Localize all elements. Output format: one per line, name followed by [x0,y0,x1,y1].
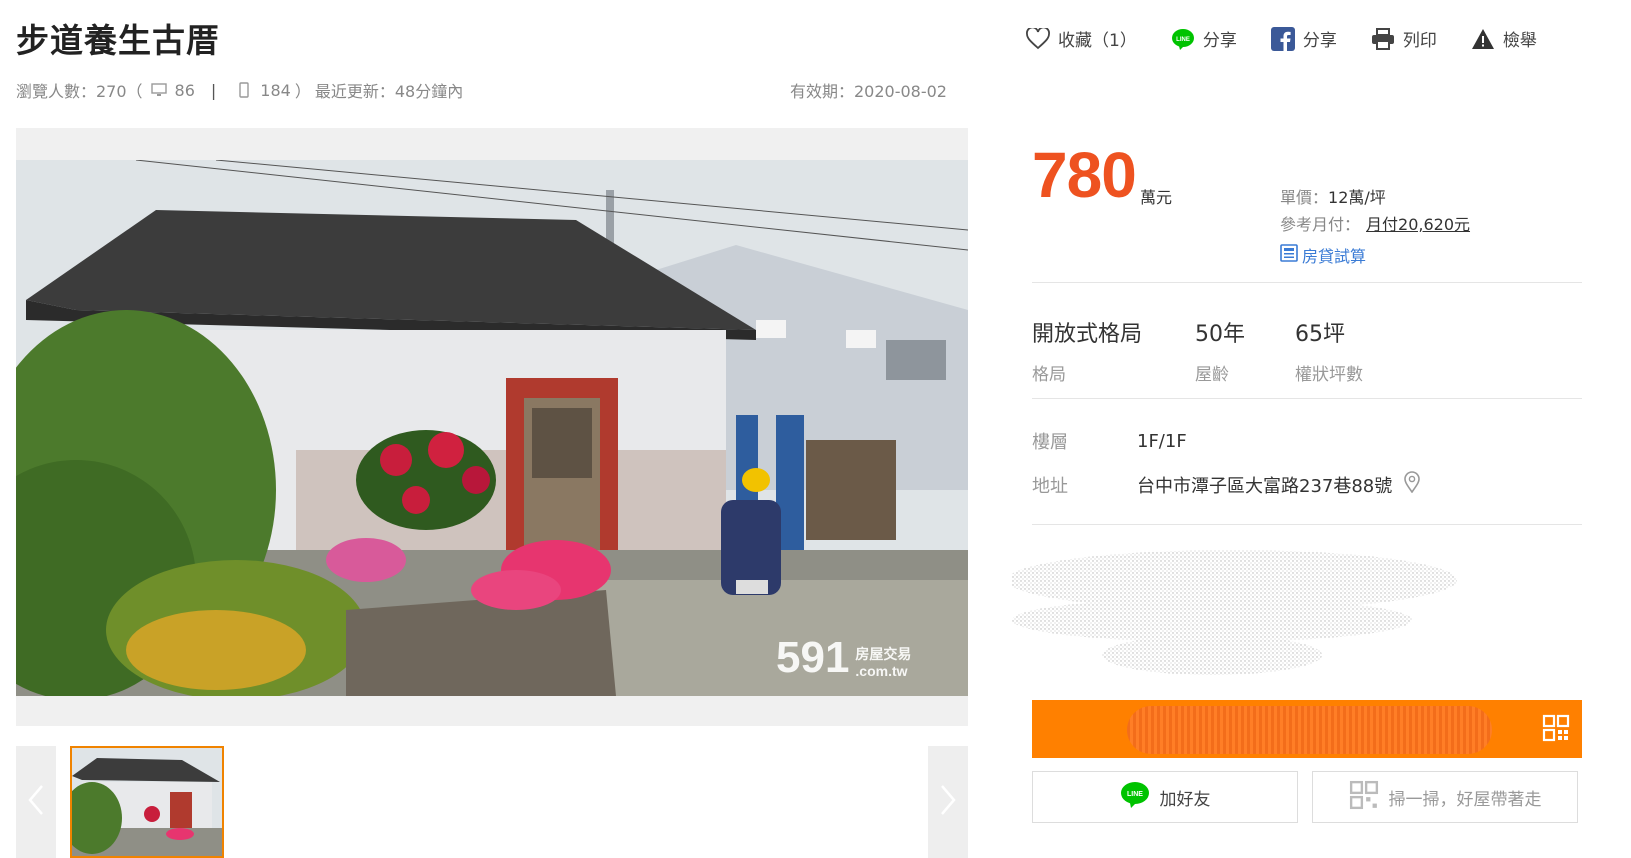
photo-watermark: 591 房屋交易 .com.tw [776,636,911,680]
house-photo[interactable]: 591 房屋交易 .com.tw [16,160,968,696]
floor-value: 1F/1F [1137,430,1187,452]
spec-value: 開放式格局 [1032,322,1143,347]
facebook-icon [1270,26,1295,51]
heart-icon [1026,27,1050,50]
view-stats: 瀏覽人數：270（ 86 | 184 ） 最近更新：48分鐘內 [16,78,463,102]
views-mobile: 184 [260,80,291,100]
divider-bar: | [210,80,217,100]
monthly-label: 參考月付： [1280,215,1361,234]
line-icon: LINE [1171,28,1195,50]
watermark-line1: 房屋交易 [855,646,912,663]
divider [1032,282,1582,283]
address-label: 地址 [1032,475,1068,497]
report-button[interactable]: 檢舉 [1471,26,1537,51]
action-toolbar: 收藏（1） LINE 分享 分享 列印 檢舉 [1026,26,1537,51]
spec-value: 50年 [1195,322,1245,347]
scan-qr-label: 掃一掃，好屋帶著走 [1388,789,1542,810]
redacted-contact-info [1007,540,1472,690]
valid-until: 有效期：2020-08-02 [790,82,947,101]
updated-time: 最近更新：48分鐘內 [314,82,464,101]
spec-age: 50年 屋齡 [1195,316,1245,385]
spec-value: 65坪 [1295,322,1345,347]
price-amount: 780 [1032,139,1137,211]
address-row: 地址 台中市潭子區大富路237巷88號 [1032,471,1421,498]
map-pin-icon[interactable] [1404,471,1421,498]
spec-layout: 開放式格局 格局 [1032,316,1142,385]
spec-label: 屋齡 [1195,365,1229,385]
watermark-number: 591 [776,633,850,682]
line-share-label: 分享 [1202,31,1237,51]
chevron-right-icon [940,784,956,820]
views-close: ） [294,82,311,101]
address-value: 台中市潭子區大富路237巷88號 [1137,475,1393,497]
facebook-share-button[interactable]: 分享 [1270,26,1337,51]
thumbnail-prev-button[interactable] [16,746,56,858]
desktop-icon [150,82,167,98]
show-phone-button[interactable] [1032,700,1582,758]
monthly-payment-link[interactable]: 月付20,620元 [1366,215,1470,234]
redacted-phone [1127,706,1492,754]
thumbnail-strip [16,746,968,858]
line-add-friend-label: 加好友 [1159,789,1211,810]
views-desktop: 86 [174,80,195,100]
photo-gallery: 591 房屋交易 .com.tw [16,128,968,726]
spec-label: 權狀坪數 [1295,365,1363,385]
spec-label: 格局 [1032,365,1066,385]
divider [1032,398,1582,399]
favorite-label: 收藏（1） [1058,31,1137,51]
divider [1032,524,1582,525]
svg-text:LINE: LINE [1127,791,1143,798]
svg-text:LINE: LINE [1176,37,1190,43]
unit-price-value: 12萬/坪 [1328,188,1386,207]
report-label: 檢舉 [1502,31,1537,51]
printer-icon [1371,27,1395,50]
line-add-friend-button[interactable]: LINE 加好友 [1032,771,1298,823]
favorite-button[interactable]: 收藏（1） [1026,26,1137,51]
warning-icon [1471,28,1495,50]
floor-label: 樓層 [1032,432,1068,453]
calculator-icon [1280,244,1298,266]
loan-calculator-link[interactable]: 房貸試算 [1280,243,1366,267]
mobile-icon [236,82,252,98]
qr-code-icon [1349,780,1379,815]
watermark-line2: .com.tw [855,663,908,680]
print-button[interactable]: 列印 [1371,26,1437,51]
floor-row: 樓層 1F/1F [1032,428,1187,454]
thumbnail-item[interactable] [70,746,224,858]
scan-qr-button[interactable]: 掃一掃，好屋帶著走 [1312,771,1578,823]
qr-code-icon[interactable] [1542,714,1570,746]
line-share-button[interactable]: LINE 分享 [1171,26,1237,51]
facebook-share-label: 分享 [1302,31,1337,51]
monthly-payment: 參考月付： 月付20,620元 [1280,211,1470,235]
unit-price: 單價：12萬/坪 [1280,184,1386,208]
chevron-left-icon [28,784,44,820]
listing-title: 步道養生古厝 [16,21,220,60]
print-label: 列印 [1402,31,1437,51]
loan-calculator-label: 房貸試算 [1302,247,1367,266]
line-icon: LINE [1120,781,1150,814]
views-label: 瀏覽人數：270（ [16,82,143,101]
unit-price-label: 單價： [1280,188,1329,207]
spec-area: 65坪 權狀坪數 [1295,316,1363,385]
price-unit: 萬元 [1140,188,1173,207]
thumbnail-next-button[interactable] [928,746,968,858]
